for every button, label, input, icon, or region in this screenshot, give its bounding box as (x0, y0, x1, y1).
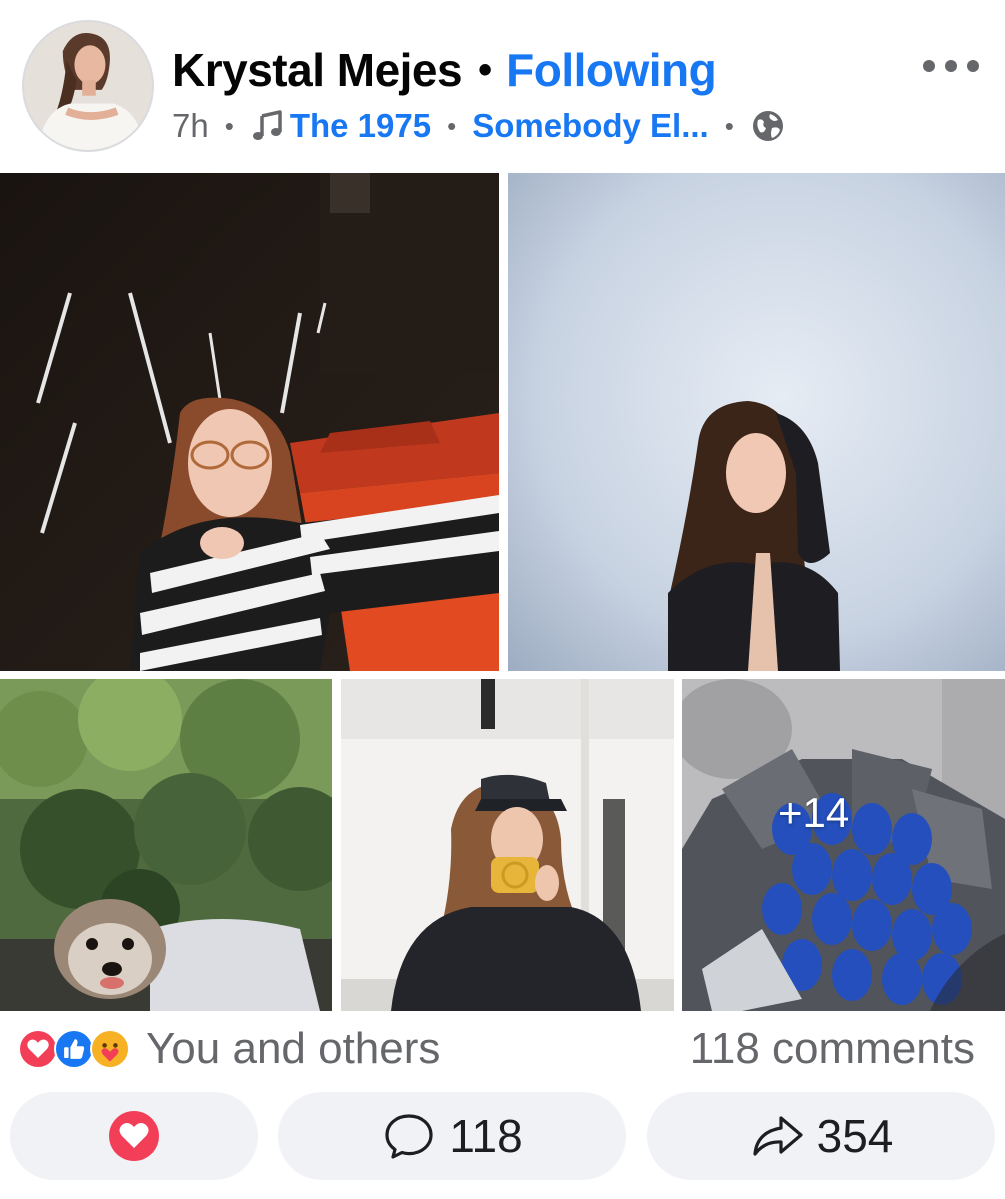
photo-dog-garden[interactable] (0, 679, 332, 1011)
love-reaction-icon (18, 1029, 58, 1069)
separator-dot: • (478, 48, 493, 92)
separator-dot: • (224, 111, 234, 141)
reactions-summary[interactable]: You and others (18, 1024, 440, 1074)
following-button[interactable]: Following (506, 43, 717, 97)
author-name[interactable]: Krystal Mejes (172, 43, 463, 97)
mute-icon[interactable] (910, 907, 1005, 1011)
more-dot (945, 60, 957, 72)
more-options-icon[interactable] (919, 48, 983, 84)
music-artist-link[interactable]: The 1975 (290, 107, 431, 145)
reaction-icons (18, 1027, 142, 1071)
comment-bubble-icon (385, 1114, 433, 1159)
comments-count[interactable]: 118 comments (690, 1024, 975, 1074)
comment-button[interactable]: 118 (278, 1092, 626, 1180)
post-header: Krystal Mejes • Following 7h • The 1975 … (0, 0, 1005, 172)
photo-tulip-bouquet[interactable]: +14 (682, 679, 1005, 1011)
separator-dot: • (724, 111, 734, 141)
comment-count: 118 (449, 1110, 523, 1162)
separator-dot: • (447, 111, 457, 141)
globe-icon[interactable] (750, 108, 786, 144)
like-reaction-icon (54, 1029, 94, 1069)
action-bar: 118 354 (10, 1092, 995, 1180)
photo-cinema-selfie[interactable] (0, 173, 499, 671)
photo-studio-portrait[interactable] (508, 173, 1005, 671)
post-time[interactable]: 7h (172, 107, 209, 145)
music-note-icon (252, 110, 282, 140)
author-line: Krystal Mejes • Following (172, 40, 717, 100)
care-reaction-icon (90, 1029, 130, 1069)
author-avatar[interactable] (22, 20, 154, 152)
more-dot (967, 60, 979, 72)
share-count: 354 (816, 1110, 894, 1162)
more-dot (923, 60, 935, 72)
music-song-link[interactable]: Somebody El... (472, 107, 709, 145)
share-arrow-icon (753, 1116, 803, 1156)
heart-icon (109, 1111, 159, 1161)
reactions-text[interactable]: You and others (146, 1024, 440, 1074)
share-button[interactable]: 354 (647, 1092, 995, 1180)
photo-grid: +14 (0, 173, 1005, 1011)
more-photos-count[interactable]: +14 (778, 789, 849, 837)
post-meta: 7h • The 1975 • Somebody El... • (172, 104, 786, 148)
photo-mirror-selfie[interactable] (341, 679, 674, 1011)
love-button[interactable] (10, 1092, 258, 1180)
